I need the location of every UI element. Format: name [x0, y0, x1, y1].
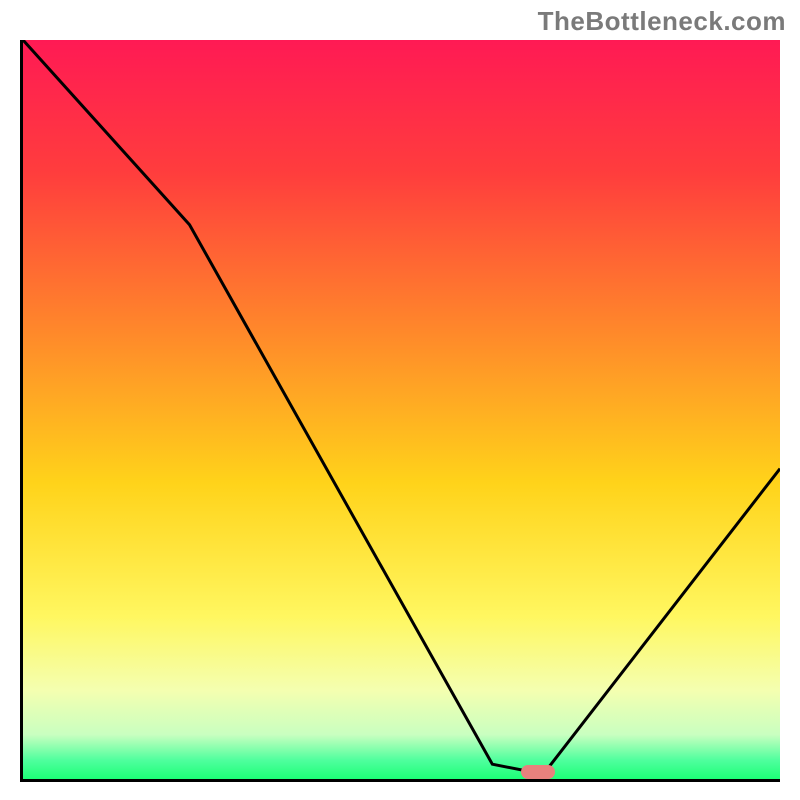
bottleneck-curve [23, 40, 780, 779]
optimal-marker [521, 765, 555, 779]
plot-area [20, 40, 780, 782]
chart-container: TheBottleneck.com [0, 0, 800, 800]
watermark-label: TheBottleneck.com [538, 6, 786, 37]
